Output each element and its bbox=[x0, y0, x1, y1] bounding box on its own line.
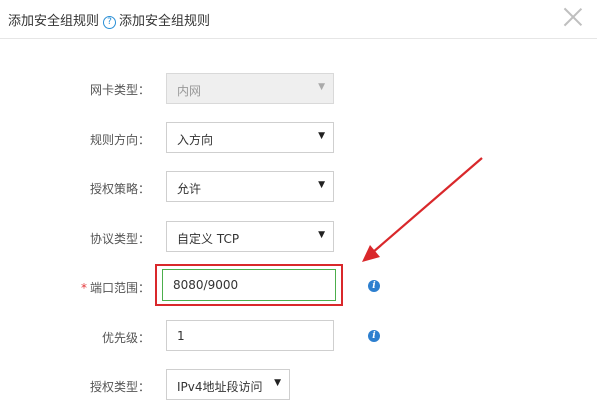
annotation-arrow bbox=[362, 157, 483, 262]
